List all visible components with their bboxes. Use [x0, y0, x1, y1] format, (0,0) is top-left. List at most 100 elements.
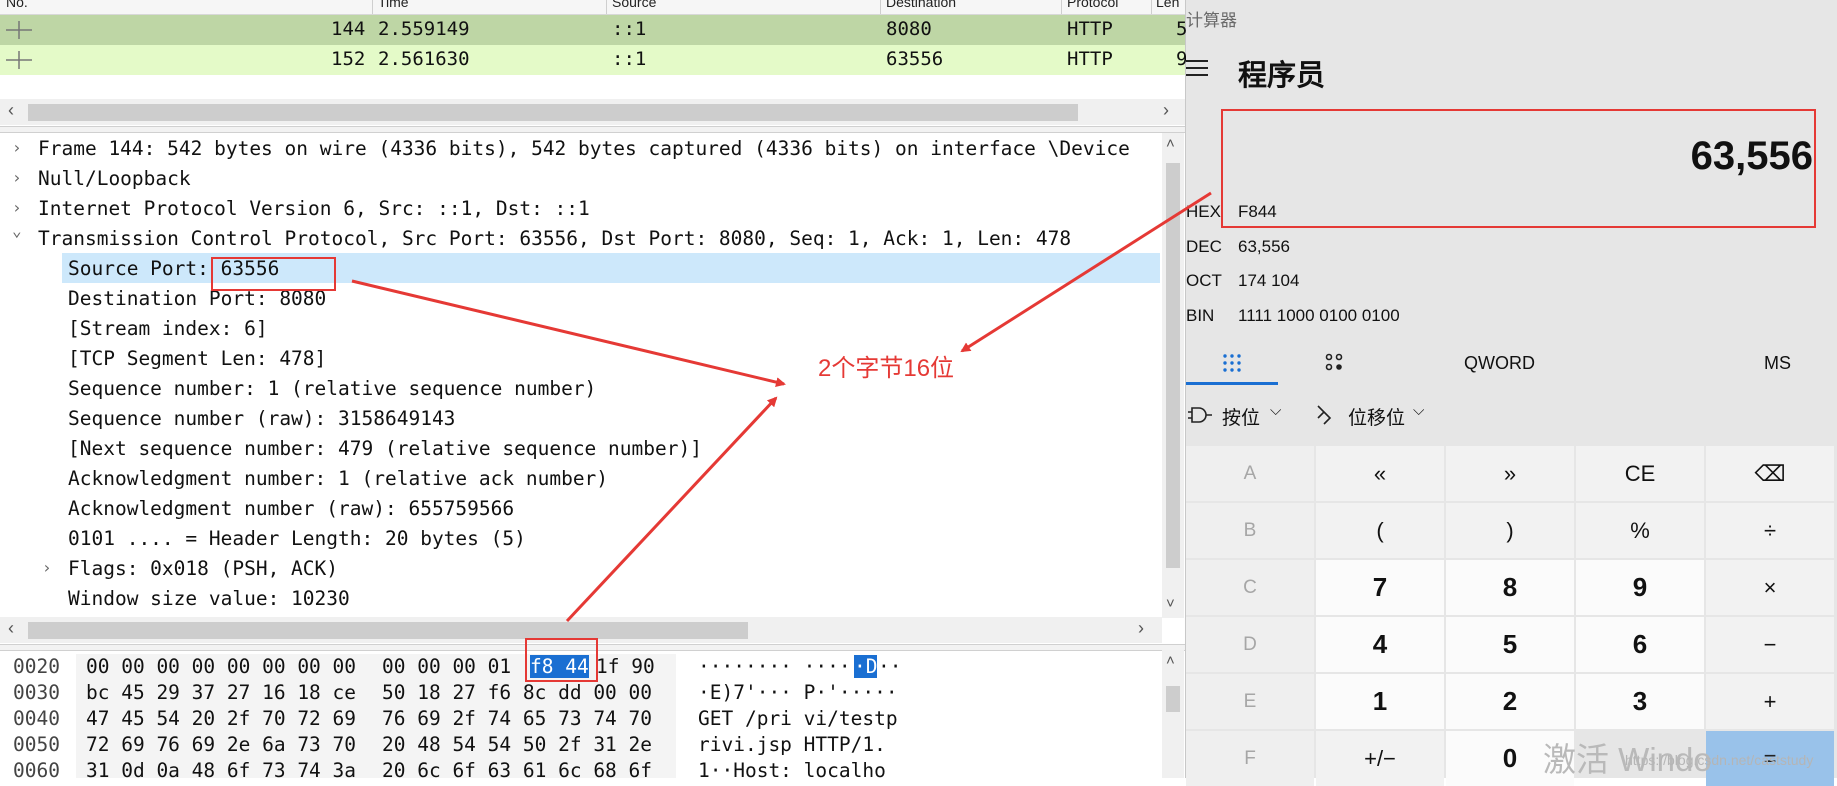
hex-offset: 0020: [13, 655, 60, 678]
detail-text: Acknowledgment number (raw): 655759566: [68, 497, 515, 520]
digit-4[interactable]: 4: [1316, 617, 1444, 672]
collapse-chevron-icon[interactable]: ⌄: [12, 221, 22, 240]
close-paren-button[interactable]: ): [1446, 503, 1574, 558]
key-d[interactable]: D: [1186, 617, 1314, 672]
digit-9[interactable]: 9: [1576, 560, 1704, 615]
radix-bin[interactable]: BIN 1111 1000 0100 0100: [1186, 306, 1400, 326]
scroll-thumb[interactable]: [28, 622, 748, 639]
scroll-thumb[interactable]: [1166, 686, 1180, 712]
hex-offset: 0040: [13, 707, 60, 730]
pane-splitter[interactable]: [0, 126, 1185, 133]
hex-ascii: GET /pri vi/testp: [698, 707, 898, 730]
col-no[interactable]: No.: [6, 0, 28, 10]
digit-8[interactable]: 8: [1446, 560, 1574, 615]
bytes-vscrollbar[interactable]: ˄: [1162, 650, 1184, 778]
detail-text: Frame 144: 542 bytes on wire (4336 bits)…: [38, 137, 1130, 160]
detail-line[interactable]: Window size value: 10230: [0, 583, 1160, 613]
col-destination[interactable]: Destination: [886, 0, 956, 10]
detail-line[interactable]: › Null/Loopback: [0, 163, 1160, 193]
memory-store-button[interactable]: MS: [1764, 353, 1791, 374]
digit-3[interactable]: 3: [1576, 674, 1704, 729]
packet-list-hscrollbar[interactable]: ‹ ›: [0, 99, 1185, 125]
radix-hex[interactable]: HEX F844: [1186, 202, 1277, 222]
detail-line[interactable]: › Flags: 0x018 (PSH, ACK): [0, 553, 1160, 583]
expand-chevron-icon[interactable]: ›: [12, 198, 22, 217]
bit-toggle-keypad-icon[interactable]: [1324, 353, 1344, 373]
full-keypad-icon[interactable]: [1222, 353, 1242, 373]
detail-line[interactable]: 0101 .... = Header Length: 20 bytes (5): [0, 523, 1160, 553]
multiply-button[interactable]: ×: [1706, 560, 1834, 615]
digit-1[interactable]: 1: [1316, 674, 1444, 729]
bitshift-dropdown[interactable]: 位移位: [1348, 403, 1405, 430]
clear-entry-button[interactable]: CE: [1576, 446, 1704, 501]
col-time[interactable]: Time: [378, 0, 409, 10]
key-b[interactable]: B: [1186, 503, 1314, 558]
col-protocol[interactable]: Protocol: [1067, 0, 1118, 10]
packet-protocol: HTTP: [1067, 18, 1113, 40]
key-e[interactable]: E: [1186, 674, 1314, 729]
detail-line[interactable]: › Internet Protocol Version 6, Src: ::1, …: [0, 193, 1160, 223]
open-paren-button[interactable]: (: [1316, 503, 1444, 558]
hex-row[interactable]: 0040 47 45 54 20 2f 70 72 69 76 69 2f 74 6…: [0, 706, 1160, 732]
detail-line[interactable]: Destination Port: 8080: [0, 283, 1160, 313]
plus-button[interactable]: +: [1706, 674, 1834, 729]
minus-button[interactable]: −: [1706, 617, 1834, 672]
expand-chevron-icon[interactable]: ›: [42, 558, 52, 577]
modulo-button[interactable]: %: [1576, 503, 1704, 558]
annotation-label: 2个字节16位: [818, 355, 955, 382]
expand-chevron-icon[interactable]: ›: [12, 138, 22, 157]
packet-row[interactable]: 152 2.561630 ::1 63556 HTTP 9: [0, 45, 1187, 75]
expand-chevron-icon[interactable]: ›: [12, 168, 22, 187]
divide-button[interactable]: ÷: [1706, 503, 1834, 558]
radix-value: 1111 1000 0100 0100: [1238, 306, 1400, 325]
calculator-window: 计算器 程序员 63,556 HEX F844 DEC 63,556 OCT 174 …: [1186, 0, 1837, 786]
radix-value: 174 104: [1238, 271, 1300, 290]
scroll-down-icon[interactable]: ˅: [1166, 595, 1175, 612]
detail-line[interactable]: › Frame 144: 542 bytes on wire (4336 bits…: [0, 133, 1160, 163]
hex-row[interactable]: 0030 bc 45 29 37 27 16 18 ce 50 18 27 f6 8…: [0, 680, 1160, 706]
detail-line[interactable]: Acknowledgment number: 1 (relative ack n…: [0, 463, 1160, 493]
packet-time: 2.559149: [378, 18, 470, 40]
detail-line[interactable]: [TCP Segment Len: 478]: [0, 343, 1160, 373]
scroll-thumb[interactable]: [1166, 163, 1180, 568]
shift-left-button[interactable]: «: [1316, 446, 1444, 501]
key-a[interactable]: A: [1186, 446, 1314, 501]
col-length[interactable]: Len: [1156, 0, 1179, 10]
radix-dec[interactable]: DEC 63,556: [1186, 237, 1290, 257]
active-tab-indicator: [1186, 382, 1278, 385]
detail-line[interactable]: Sequence number (raw): 3158649143: [0, 403, 1160, 433]
digit-7[interactable]: 7: [1316, 560, 1444, 615]
scroll-left-icon[interactable]: ‹: [8, 100, 14, 121]
detail-line[interactable]: ⌄ Transmission Control Protocol, Src Port…: [0, 221, 1160, 253]
digit-5[interactable]: 5: [1446, 617, 1574, 672]
scroll-right-icon[interactable]: ›: [1163, 100, 1169, 121]
word-size-button[interactable]: QWORD: [1464, 353, 1535, 374]
hex-offset: 0060: [13, 759, 60, 778]
detail-line[interactable]: [Stream index: 6]: [0, 313, 1160, 343]
digit-2[interactable]: 2: [1446, 674, 1574, 729]
packet-row[interactable]: 144 2.559149 ::1 8080 HTTP 5: [0, 15, 1187, 45]
scroll-up-icon[interactable]: ˄: [1166, 652, 1175, 669]
bitwise-dropdown[interactable]: 按位: [1222, 403, 1260, 430]
detail-line[interactable]: Sequence number: 1 (relative sequence nu…: [0, 373, 1160, 403]
scroll-left-icon[interactable]: ‹: [8, 618, 14, 639]
detail-line[interactable]: Acknowledgment number (raw): 655759566: [0, 493, 1160, 523]
digit-6[interactable]: 6: [1576, 617, 1704, 672]
hex-row[interactable]: 0050 72 69 76 69 2e 6a 73 70 20 48 54 54 5…: [0, 732, 1160, 758]
detail-line[interactable]: [Next sequence number: 479 (relative seq…: [0, 433, 1160, 463]
shift-right-button[interactable]: »: [1446, 446, 1574, 501]
col-source[interactable]: Source: [612, 0, 656, 10]
key-c[interactable]: C: [1186, 560, 1314, 615]
hex-ascii: ········ ····: [698, 655, 851, 678]
menu-icon[interactable]: [1186, 60, 1208, 76]
radix-oct[interactable]: OCT 174 104: [1186, 271, 1299, 291]
scroll-right-icon[interactable]: ›: [1138, 618, 1144, 639]
backspace-button[interactable]: ⌫: [1706, 446, 1834, 501]
radix-label: BIN: [1186, 306, 1215, 325]
scroll-up-icon[interactable]: ˄: [1166, 135, 1175, 152]
scroll-thumb[interactable]: [28, 104, 1078, 121]
hex-row[interactable]: 0060 31 0d 0a 48 6f 73 74 3a 20 6c 6f 63 6…: [0, 758, 1160, 778]
detail-text: Window size value: 10230: [68, 587, 350, 610]
details-vscrollbar[interactable]: ˄ ˅: [1162, 133, 1184, 618]
detail-text: [Stream index: 6]: [68, 317, 268, 340]
